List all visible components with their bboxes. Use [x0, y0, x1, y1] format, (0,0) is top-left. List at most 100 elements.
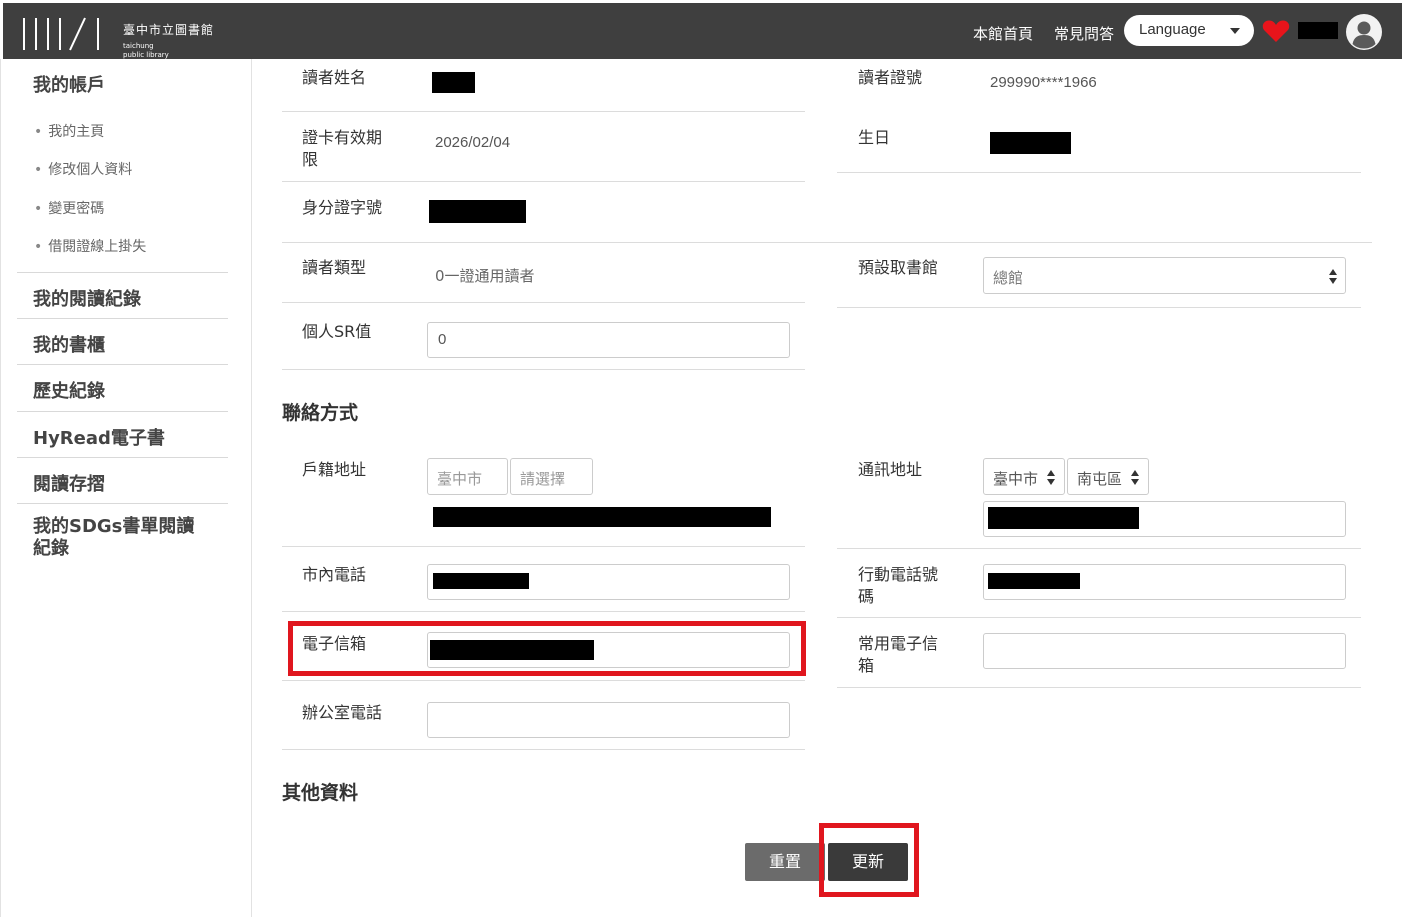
card-valid-label-line1: 證卡有效期 [302, 128, 383, 147]
row-divider [282, 369, 805, 370]
id-number-redacted [429, 200, 526, 223]
email-input[interactable] [427, 632, 790, 668]
user-avatar-icon[interactable] [1345, 13, 1383, 51]
sidebar-item-reading-records[interactable]: 我的閱讀紀錄 [33, 285, 141, 311]
mobile-phone-label: 行動電話號 碼 [858, 564, 938, 608]
sidebar-my-account[interactable]: 我的帳戶 [33, 71, 105, 97]
row-divider [837, 548, 1361, 549]
row-divider [282, 546, 805, 547]
mobile-phone-input[interactable] [983, 564, 1346, 600]
reader-name-label: 讀者姓名 [302, 68, 367, 87]
home-phone-label: 市內電話 [302, 565, 367, 584]
logo-mark-icon [23, 17, 99, 51]
household-city-select[interactable]: 臺中市 [427, 458, 508, 495]
sr-value-input[interactable]: 0 [427, 322, 790, 358]
nav-home-link[interactable]: 本館首頁 [973, 23, 1033, 44]
reader-type-label: 讀者類型 [302, 258, 367, 277]
card-valid-value: 2026/02/04 [435, 134, 511, 151]
sidebar-item-bookshelf[interactable]: 我的書櫃 [33, 331, 105, 357]
select-arrows-icon [1329, 269, 1337, 285]
row-divider [837, 172, 1361, 173]
pickup-library-selected: 總館 [993, 269, 1024, 287]
row-divider [282, 111, 805, 112]
mailing-city-select[interactable]: 臺中市 [983, 458, 1065, 495]
sr-value-text: 0 [438, 331, 447, 348]
card-valid-label: 證卡有效期 限 [302, 127, 382, 171]
user-name-redacted [1298, 22, 1338, 39]
mobile-phone-redacted [988, 573, 1080, 589]
sidebar-divider [17, 364, 228, 365]
household-city-selected: 臺中市 [437, 470, 483, 488]
sidebar-divider [17, 457, 228, 458]
reader-name-redacted [432, 72, 475, 93]
sr-value-label: 個人SR值 [302, 322, 372, 341]
household-district-select[interactable]: 請選擇 [510, 458, 593, 495]
card-valid-label-line2: 限 [302, 150, 319, 169]
other-info-section-title: 其他資料 [282, 782, 359, 804]
top-header: 臺中市立圖書館 taichung public library 本館首頁 常見問… [3, 3, 1402, 59]
household-address-redacted[interactable] [433, 507, 771, 527]
household-district-selected: 請選擇 [520, 470, 566, 488]
office-phone-input[interactable] [427, 702, 790, 738]
pickup-library-select[interactable]: 總館 [983, 257, 1346, 294]
chevron-down-icon [1230, 28, 1240, 34]
common-email-label: 常用電子信 箱 [858, 633, 938, 677]
sidebar-item-hyread-ebooks[interactable]: HyRead電子書 [33, 424, 165, 450]
home-phone-redacted [433, 573, 529, 589]
mobile-phone-label-line1: 行動電話號 [858, 565, 939, 584]
pickup-library-label: 預設取書館 [858, 258, 939, 277]
profile-form: 讀者姓名 讀者證號 299990****1966 證卡有效期 限 2026/02… [252, 59, 1403, 917]
mailing-city-selected: 臺中市 [993, 470, 1039, 488]
mobile-phone-label-line2: 碼 [858, 587, 875, 606]
home-phone-input[interactable] [427, 564, 790, 600]
update-button[interactable]: 更新 [828, 843, 908, 881]
sidebar-item-sdgs-line1: 我的SDGs書單閱讀 [33, 516, 195, 537]
sidebar-divider [17, 503, 228, 504]
mailing-district-selected: 南屯區 [1077, 470, 1123, 488]
logo-english-line1: taichung [123, 42, 154, 50]
email-label: 電子信箱 [302, 634, 367, 653]
mailing-address-label: 通訊地址 [858, 460, 923, 479]
birthday-label: 生日 [858, 128, 891, 147]
common-email-label-line2: 箱 [858, 656, 875, 675]
row-divider [282, 611, 805, 612]
language-select[interactable]: Language [1124, 15, 1254, 46]
select-arrows-icon [1047, 470, 1055, 486]
sidebar-sub-report-lost-card[interactable]: 借閱證線上掛失 [34, 236, 146, 256]
reset-button[interactable]: 重置 [745, 843, 825, 881]
sidebar-item-sdgs-line2: 紀錄 [33, 538, 69, 559]
sidebar-item-history[interactable]: 歷史紀錄 [33, 377, 105, 403]
sidebar-divider [17, 411, 228, 412]
common-email-input[interactable] [983, 633, 1346, 669]
sidebar-sub-change-password[interactable]: 變更密碼 [34, 198, 104, 218]
sidebar: 我的帳戶 我的主頁 修改個人資料 變更密碼 借閱證線上掛失 我的閱讀紀錄 我的書… [0, 59, 252, 917]
sidebar-divider [17, 318, 228, 319]
logo-chinese-name: 臺中市立圖書館 [123, 23, 215, 37]
mailing-district-select[interactable]: 南屯區 [1067, 458, 1149, 495]
language-select-label: Language [1139, 21, 1206, 38]
row-divider [837, 687, 1361, 688]
sidebar-item-sdgs-reading[interactable]: 我的SDGs書單閱讀 紀錄 [33, 516, 194, 560]
birthday-redacted [990, 132, 1071, 154]
sidebar-item-reading-passbook[interactable]: 閱讀存摺 [33, 470, 105, 496]
household-address-label: 戶籍地址 [302, 460, 367, 479]
email-redacted [430, 640, 594, 660]
sidebar-divider [17, 272, 228, 273]
contact-section-title: 聯絡方式 [282, 402, 359, 424]
row-divider [837, 617, 1361, 618]
heart-icon[interactable] [1262, 19, 1290, 43]
row-divider [282, 749, 805, 750]
row-divider [282, 242, 1372, 243]
office-phone-label: 辦公室電話 [302, 703, 383, 722]
row-divider [282, 302, 805, 303]
sidebar-sub-my-home[interactable]: 我的主頁 [34, 121, 104, 141]
nav-faq-link[interactable]: 常見問答 [1054, 23, 1114, 44]
logo-english-name: taichung public library [123, 42, 169, 60]
sidebar-sub-edit-profile[interactable]: 修改個人資料 [34, 159, 132, 179]
reader-type-value: 0一證通用讀者 [435, 267, 535, 285]
row-divider [282, 181, 805, 182]
reader-card-label: 讀者證號 [858, 68, 923, 87]
mailing-address-input[interactable] [983, 501, 1346, 537]
row-divider [837, 307, 1361, 308]
id-number-label: 身分證字號 [302, 198, 383, 217]
